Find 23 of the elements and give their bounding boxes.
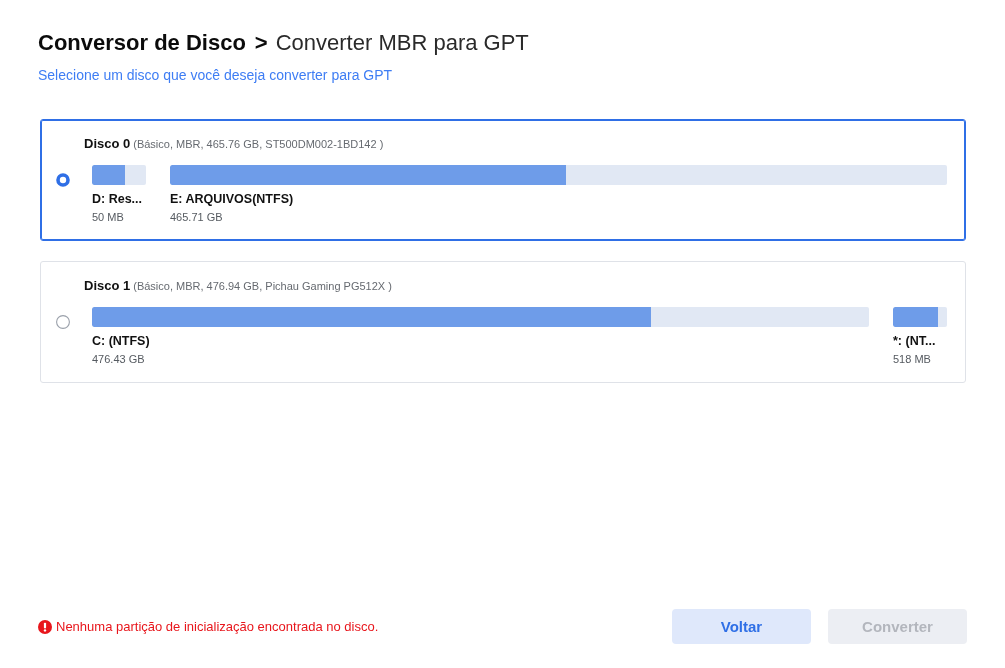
radio-button[interactable] xyxy=(55,172,70,187)
error-icon xyxy=(38,619,52,634)
disk-details: (Básico, MBR, 476.94 GB, Pichau Gaming PG512X ) xyxy=(133,279,392,294)
partition-size: 50 MB xyxy=(92,210,124,224)
partition-size: 476.43 GB xyxy=(92,352,145,366)
breadcrumb-separator: > xyxy=(254,29,268,57)
disk-card[interactable]: Disco 0 (Básico, MBR, 465.76 GB, ST500DM002-1BD142 ) D: Res... 50 MB E: ARQUIVOS(NTFS) 465.71 GB xyxy=(40,119,966,241)
back-button[interactable]: Voltar xyxy=(672,609,811,644)
partition-label: C: (NTFS) xyxy=(92,333,150,349)
subtitle: Selecione um disco que você deseja converter para GPT xyxy=(38,66,393,84)
partition-size: 518 MB xyxy=(893,352,931,366)
page-title: Converter MBR para GPT xyxy=(275,29,529,57)
disk-details: (Básico, MBR, 465.76 GB, ST500DM002-1BD142 ) xyxy=(133,137,384,152)
partition-label: *: (NT... xyxy=(893,333,936,349)
disk-name: Disco 0 xyxy=(84,135,131,153)
partition-size: 465.71 GB xyxy=(170,210,223,224)
partition-label: D: Res... xyxy=(92,191,142,207)
disk-name: Disco 1 xyxy=(84,277,131,295)
partition-label: E: ARQUIVOS(NTFS) xyxy=(170,191,294,207)
disk-card[interactable]: Disco 1 (Básico, MBR, 476.94 GB, Pichau Gaming PG512X ) C: (NTFS) 476.43 GB *: (NT... 518 MB xyxy=(40,261,966,383)
section-title: Conversor de Disco xyxy=(38,29,246,57)
error-message: Nenhuma partição de inicialização encontrada no disco. xyxy=(56,618,379,635)
radio-button[interactable] xyxy=(55,314,70,329)
